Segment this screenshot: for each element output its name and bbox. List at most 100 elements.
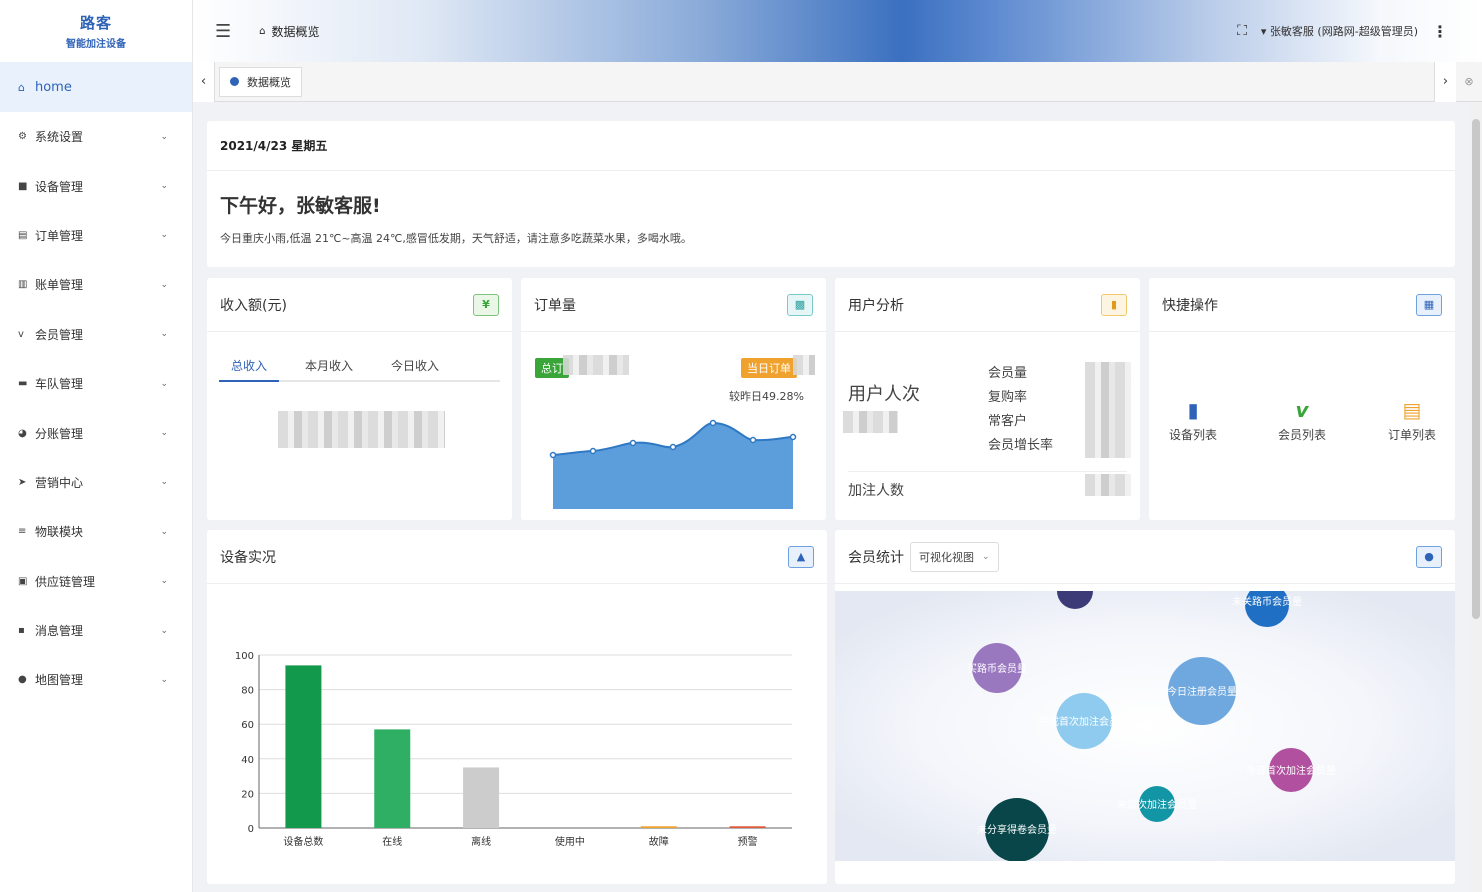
bar[interactable]: [729, 826, 766, 828]
sidebar-item-label: 营销中心: [35, 475, 84, 490]
fullscreen-icon[interactable]: ⛶: [1237, 23, 1247, 39]
chevron-down-icon: ⌄: [160, 477, 168, 488]
sidebar-item[interactable]: ▬ 车队管理 ⌄: [0, 359, 192, 408]
member-stats-card: 会员统计 可视化视图 ⌄ ● 未关路币会员量 买路币会员量 今日注册会员量 完成…: [835, 530, 1455, 884]
sidebar-item-home[interactable]: ⌂ home: [0, 62, 192, 112]
sidebar-item-label: 系统设置: [35, 130, 84, 145]
income-title: 收入额(元): [220, 297, 287, 314]
total-orders-redacted: [563, 355, 629, 375]
member-bubble-chart: 未关路币会员量 买路币会员量 今日注册会员量 完成首次加注会员量 今日首次加注会…: [835, 591, 1455, 861]
lock-icon: ▣: [18, 575, 28, 587]
bubble-label: 今日首次加注会员量: [1246, 764, 1336, 777]
join-count-label: 加注人数: [848, 483, 904, 499]
logo-mark: 路客: [79, 14, 112, 32]
tab-today-income[interactable]: 今日收入: [379, 350, 451, 380]
sidebar-item-label: 供应链管理: [35, 574, 96, 589]
sidebar-item-label: 地图管理: [35, 673, 84, 688]
gear-icon: ⚙: [18, 131, 27, 143]
more-vertical-icon[interactable]: ⋮: [1432, 22, 1448, 41]
sidebar-item[interactable]: ⚙ 系统设置 ⌄: [0, 112, 192, 161]
orders-title: 订单量: [534, 297, 576, 314]
logo[interactable]: 路客 智能加注设备: [0, 0, 192, 62]
today-orders-redacted: [793, 355, 815, 375]
tab-month-income[interactable]: 本月收入: [293, 350, 365, 380]
sidebar-item[interactable]: ▤ 订单管理 ⌄: [0, 211, 192, 260]
sidebar-item[interactable]: v 会员管理 ⌄: [0, 310, 192, 359]
sidebar-item[interactable]: ▥ 账单管理 ⌄: [0, 260, 192, 309]
view-select[interactable]: 可视化视图 ⌄: [910, 541, 999, 572]
chevron-down-icon: ⌄: [160, 625, 168, 636]
chevron-down-icon: ⌄: [160, 378, 168, 389]
tab-total-income[interactable]: 总收入: [219, 350, 280, 382]
pie-icon: ◕: [18, 427, 27, 439]
tab-scroll-right-icon[interactable]: ›: [1434, 61, 1456, 102]
bubble-label: 未关路币会员量: [1232, 595, 1302, 608]
quick-device-list[interactable]: ▮ 设备列表: [1153, 398, 1233, 443]
y-tick-label: 100: [235, 651, 254, 662]
close-all-tabs-icon[interactable]: ⊗: [1456, 75, 1482, 88]
equipment-bar-chart: 0 20 40 60 80 100 设备总数 在线 离线 使用中 故障 预警: [235, 651, 792, 848]
breadcrumb-label: 数据概览: [271, 24, 320, 39]
bubble-label: 完成首次加注会员量: [1039, 715, 1129, 728]
quick-title: 快捷操作: [1162, 297, 1218, 314]
weather-text: 今日重庆小雨,低温 21℃~高温 24℃,感冒低发期，天气舒适，请注意多吃蔬菜水…: [220, 232, 692, 245]
income-card: 收入额(元) ¥ 总收入 本月收入 今日收入: [207, 278, 512, 520]
y-tick-label: 20: [241, 789, 254, 800]
equipment-title: 设备实况: [220, 549, 276, 566]
tab-label: 数据概览: [247, 75, 291, 89]
vip-icon: v: [18, 328, 24, 340]
x-tick-label: 在线: [382, 835, 402, 848]
sidebar-item[interactable]: ▪ 消息管理 ⌄: [0, 606, 192, 655]
document-icon: ▤: [18, 229, 28, 241]
quick-label: 订单列表: [1387, 428, 1436, 442]
sidebar-item[interactable]: ≡ 物联模块 ⌄: [0, 507, 192, 556]
user-name: 张敏客服 (网路网-超级管理员): [1269, 25, 1418, 38]
scrollbar-thumb[interactable]: [1472, 119, 1480, 619]
view-select-value: 可视化视图: [919, 550, 974, 564]
tab-scroll-left-icon[interactable]: ‹: [193, 61, 215, 102]
user-dropdown[interactable]: ▾ 张敏客服 (网路网-超级管理员): [1261, 23, 1418, 39]
tab-bar: ‹ 数据概览 › ⊗: [193, 61, 1482, 102]
sidebar: 路客 智能加注设备 ⌂ home ⚙ 系统设置 ⌄ ■ 设备管理 ⌄ ▤ 订单管理 ⌄ ▥ 账单管理…: [0, 0, 193, 892]
y-tick-label: 0: [248, 824, 254, 835]
send-icon: ➤: [18, 476, 27, 488]
bar[interactable]: [374, 729, 411, 828]
home-icon: ⌂: [259, 25, 266, 37]
user-metrics-redacted: [1085, 362, 1131, 458]
sidebar-item[interactable]: ◕ 分账管理 ⌄: [0, 408, 192, 457]
hamburger-menu-icon[interactable]: ☰: [215, 21, 231, 42]
sidebar-item-label: 消息管理: [35, 624, 84, 639]
toggle-icon: ▦: [1416, 293, 1442, 316]
sliders-icon: ≡: [18, 526, 27, 538]
device-list-icon: ▮: [1187, 398, 1199, 422]
bar[interactable]: [285, 665, 322, 828]
chevron-down-icon: ⌄: [160, 674, 168, 685]
income-value-redacted: [278, 411, 445, 448]
sidebar-item-label: 账单管理: [35, 278, 84, 293]
order-list-icon: ▤: [1402, 398, 1422, 422]
divider: [848, 471, 1127, 472]
quick-actions-card: 快捷操作 ▦ ▮ 设备列表 v 会员列表 ▤ 订单列表: [1149, 278, 1455, 520]
page-scrollbar[interactable]: [1469, 103, 1482, 892]
sidebar-item[interactable]: ▣ 供应链管理 ⌄: [0, 557, 192, 606]
yen-icon: ¥: [473, 293, 499, 316]
sidebar-item-label: 分账管理: [35, 426, 84, 441]
bubble-label: 买路币会员量: [967, 662, 1027, 675]
chevron-down-icon: ⌄: [160, 526, 168, 537]
sidebar-item[interactable]: ➤ 营销中心 ⌄: [0, 458, 192, 507]
greeting: 下午好，张敏客服!: [220, 195, 381, 217]
quick-member-list[interactable]: v 会员列表: [1262, 398, 1342, 443]
date-label: 2021/4/23 星期五: [207, 121, 1455, 171]
welcome-card: 2021/4/23 星期五 下午好，张敏客服! 今日重庆小雨,低温 21℃~高温…: [207, 121, 1455, 267]
sidebar-item-label: 车队管理: [35, 377, 84, 392]
sidebar-item[interactable]: ■ 设备管理 ⌄: [0, 161, 192, 210]
vip-list-icon: v: [1295, 398, 1309, 422]
bar[interactable]: [463, 767, 500, 828]
chevron-down-icon: ⌄: [160, 131, 168, 142]
bar[interactable]: [640, 826, 677, 828]
y-tick-label: 80: [241, 686, 254, 697]
members-title: 会员统计: [848, 549, 904, 566]
quick-order-list[interactable]: ▤ 订单列表: [1372, 398, 1452, 443]
sidebar-item[interactable]: ● 地图管理 ⌄: [0, 655, 192, 704]
tab-data-overview[interactable]: 数据概览: [219, 66, 302, 97]
